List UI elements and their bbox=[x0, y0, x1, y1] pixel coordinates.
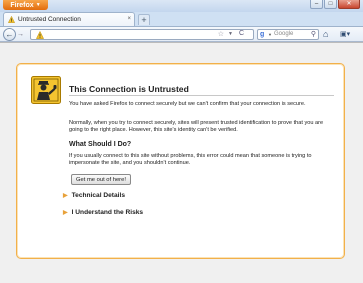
chevron-down-icon: ▼ bbox=[35, 2, 41, 8]
search-input[interactable]: g ▼ Google ⚲ bbox=[257, 29, 319, 40]
back-button[interactable]: ← bbox=[3, 28, 16, 41]
tab-untrusted-connection[interactable]: Untrusted Connection × bbox=[3, 12, 135, 26]
bookmarks-button[interactable]: ▣▾ bbox=[340, 29, 358, 40]
tab-close-icon[interactable]: × bbox=[127, 16, 131, 22]
url-bar[interactable]: ☆ ▼ C bbox=[30, 29, 254, 40]
tab-bar: Untrusted Connection × + bbox=[0, 12, 363, 26]
reload-icon[interactable]: C bbox=[239, 30, 244, 37]
home-button[interactable]: ⌂ bbox=[323, 29, 335, 40]
expand-arrow-icon: ▶ bbox=[63, 193, 68, 199]
warning-icon bbox=[36, 31, 44, 39]
technical-details-label: Technical Details bbox=[71, 192, 126, 199]
page-content: This Connection is Untrusted You have as… bbox=[0, 42, 363, 283]
understand-risks-expander[interactable]: ▶ I Understand the Risks bbox=[63, 209, 143, 216]
maximize-button[interactable]: □ bbox=[324, 0, 337, 9]
title-divider bbox=[69, 95, 334, 96]
search-placeholder: Google bbox=[274, 31, 294, 37]
policeman-warning-icon bbox=[31, 76, 61, 104]
page-title: This Connection is Untrusted bbox=[69, 84, 189, 94]
explanation-text: Normally, when you try to connect secure… bbox=[69, 120, 324, 134]
search-go-icon[interactable]: ⚲ bbox=[311, 30, 316, 38]
navigation-bar: ← → ☆ ▼ C g ▼ Google ⚲ ⌂ ▣▾ bbox=[0, 26, 363, 42]
title-bar: Firefox ▼ – □ ✕ bbox=[0, 0, 363, 12]
intro-text: You have asked Firefox to connect secure… bbox=[69, 101, 306, 107]
star-icon[interactable]: ☆ bbox=[218, 30, 224, 38]
what-should-i-do-heading: What Should I Do? bbox=[69, 141, 132, 148]
google-icon[interactable]: g bbox=[260, 31, 268, 39]
new-tab-button[interactable]: + bbox=[138, 14, 150, 25]
get-me-out-button[interactable]: Get me out of here! bbox=[71, 174, 131, 185]
close-window-button[interactable]: ✕ bbox=[338, 0, 360, 9]
firefox-menu-label: Firefox bbox=[10, 1, 34, 9]
tab-title: Untrusted Connection bbox=[18, 16, 81, 23]
expand-arrow-icon: ▶ bbox=[63, 210, 68, 216]
error-panel: This Connection is Untrusted You have as… bbox=[16, 63, 345, 259]
minimize-button[interactable]: – bbox=[310, 0, 323, 9]
chevron-down-icon[interactable]: ▼ bbox=[228, 31, 233, 37]
forward-button[interactable]: → bbox=[17, 30, 27, 39]
understand-risks-label: I Understand the Risks bbox=[71, 209, 144, 216]
advice-text: If you usually connect to this site with… bbox=[69, 153, 312, 167]
technical-details-expander[interactable]: ▶ Technical Details bbox=[63, 192, 125, 199]
window-controls: – □ ✕ bbox=[310, 0, 360, 9]
warning-icon bbox=[8, 16, 15, 23]
firefox-menu-button[interactable]: Firefox ▼ bbox=[3, 0, 48, 10]
chevron-down-icon[interactable]: ▼ bbox=[268, 32, 272, 37]
